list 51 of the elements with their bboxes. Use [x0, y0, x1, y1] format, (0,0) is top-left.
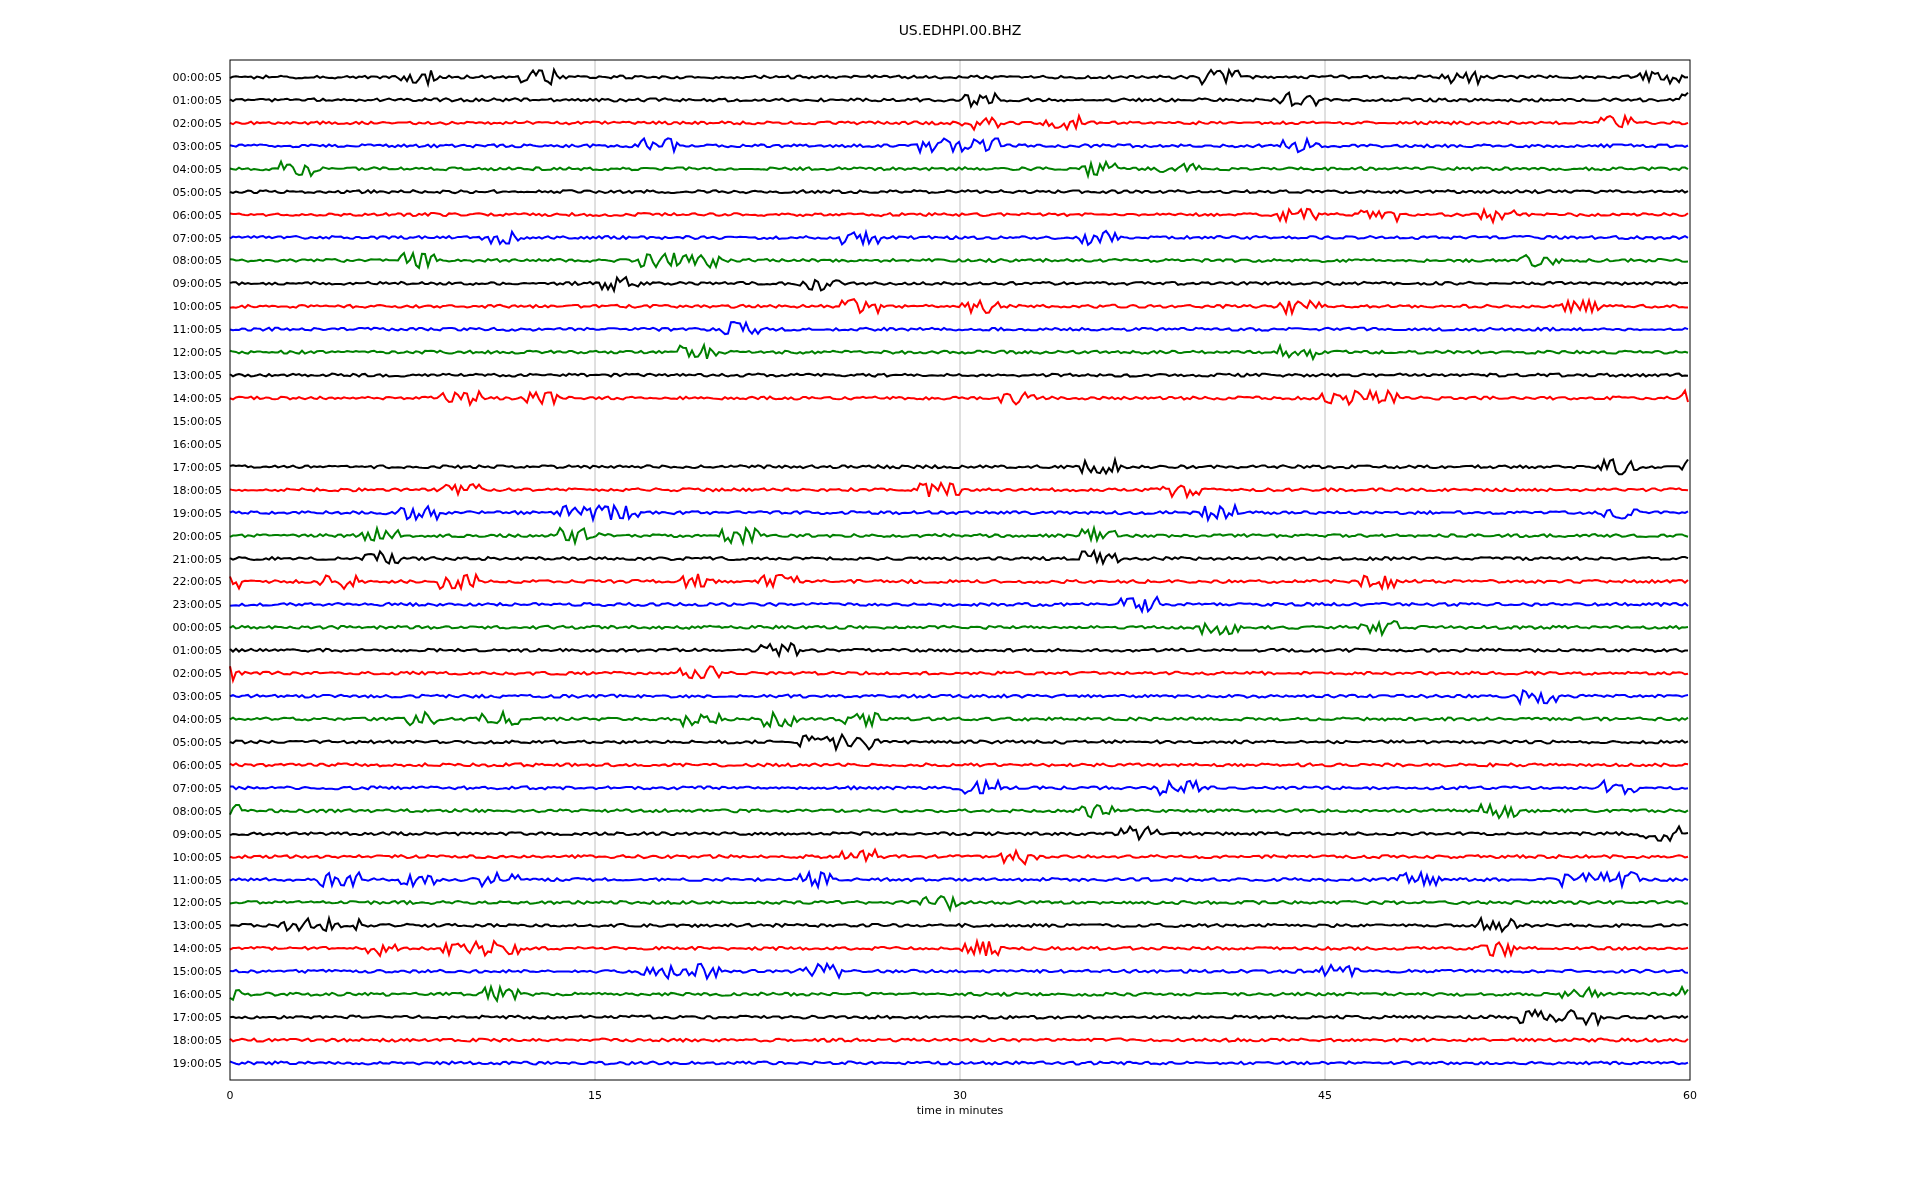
- tick-label: 00:00:05: [172, 621, 222, 635]
- tick-label: 10:00:05: [172, 850, 222, 864]
- tick-label: 19:00:05: [172, 506, 222, 520]
- tick-label: 11:00:05: [172, 873, 222, 887]
- tick-label: 12:00:05: [172, 896, 222, 910]
- tick-label: 08:00:05: [172, 804, 222, 818]
- tick-label: 19:00:05: [172, 1057, 222, 1070]
- axis-label: time in minutes: [916, 1104, 1004, 1117]
- tick-label: 18:00:05: [172, 1034, 222, 1048]
- tick-label: 16:00:05: [172, 437, 222, 451]
- tick-label: 05:00:05: [172, 736, 222, 749]
- tick-label: 45: [1318, 1089, 1332, 1102]
- tick-label: 04:00:05: [172, 713, 222, 727]
- tick-label: 02:00:05: [172, 116, 222, 130]
- tick-label: 15:00:05: [172, 414, 222, 428]
- tick-label: 13:00:05: [172, 369, 222, 383]
- tick-label: 01:00:05: [172, 644, 222, 658]
- tick-label: 16:00:05: [172, 988, 222, 1002]
- tick-label: 23:00:05: [172, 598, 222, 612]
- tick-label: 14:00:05: [172, 392, 222, 405]
- tick-label: 02:00:05: [172, 667, 222, 681]
- tick-label: 11:00:05: [172, 323, 222, 337]
- tick-label: 15: [588, 1089, 602, 1102]
- tick-label: 03:00:05: [172, 690, 222, 704]
- tick-label: 06:00:05: [172, 208, 222, 222]
- plot-title: US.EDHPI.00.BHZ: [898, 22, 1022, 38]
- tick-label: 07:00:05: [172, 781, 222, 795]
- tick-label: 01:00:05: [172, 93, 222, 107]
- tick-label: 04:00:05: [172, 162, 222, 176]
- tick-label: 20:00:05: [172, 529, 222, 543]
- tick-label: 15:00:05: [172, 965, 222, 979]
- tick-label: 17:00:05: [172, 460, 222, 474]
- tick-label: 12:00:05: [172, 346, 222, 360]
- tick-label: 17:00:05: [172, 1011, 222, 1025]
- tick-label: 05:00:05: [172, 185, 222, 199]
- tick-label: 06:00:05: [172, 758, 222, 772]
- tick-label: 08:00:05: [172, 254, 222, 268]
- tick-label: 22:00:05: [172, 575, 222, 589]
- tick-label: 30: [953, 1089, 967, 1102]
- tick-label: 09:00:05: [172, 277, 222, 291]
- tick-label: 13:00:05: [172, 919, 222, 933]
- tick-label: 21:00:05: [172, 552, 222, 566]
- tick-label: 18:00:05: [172, 483, 222, 497]
- tick-label: 0: [226, 1089, 234, 1102]
- tick-label: 10:00:05: [172, 300, 222, 314]
- tick-label: 03:00:05: [172, 139, 222, 153]
- tick-label: 07:00:05: [172, 231, 222, 245]
- tick-label: 00:00:05: [172, 71, 222, 84]
- tick-label: 60: [1683, 1089, 1697, 1102]
- tick-label: 09:00:05: [172, 827, 222, 841]
- tick-label: 14:00:05: [172, 942, 222, 956]
